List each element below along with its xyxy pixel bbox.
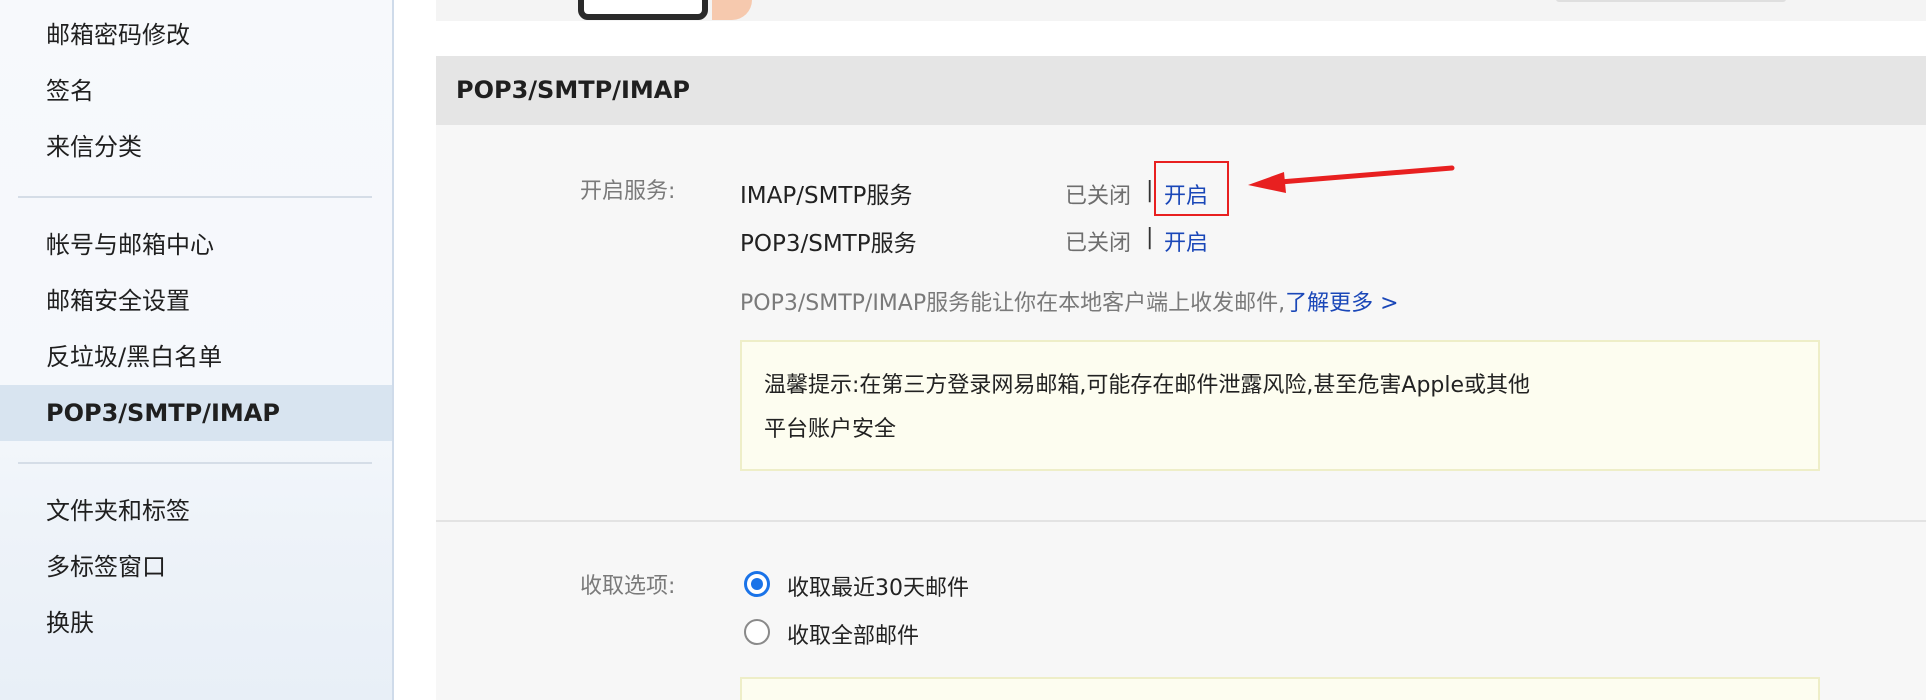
notice-line-1: 温馨提示:在第三方登录网易邮箱,可能存在邮件泄露风险,甚至危害Apple或其他 [764, 373, 1531, 398]
person-illustration [712, 0, 752, 20]
imap-status: 已关闭 [1065, 184, 1132, 209]
learn-more-link[interactable]: 了解更多 > [1285, 291, 1398, 316]
pop3-service-name: POP3/SMTP服务 [740, 231, 917, 257]
sidebar-item-label: 邮箱密码修改 [46, 21, 190, 49]
fetch-notice-cropped [740, 677, 1820, 700]
sidebar-item-signature[interactable]: 签名 [0, 63, 392, 119]
sidebar-item-mail-filter[interactable]: 来信分类 [0, 119, 392, 175]
sidebar-item-folders-labels[interactable]: 文件夹和标签 [0, 483, 392, 539]
sidebar-item-label: POP3/SMTP/IMAP [46, 399, 280, 427]
phone-illustration [578, 0, 708, 20]
fetch-recent-radio[interactable] [744, 571, 770, 597]
sidebar-item-multi-tab[interactable]: 多标签窗口 [0, 539, 392, 595]
sidebar-item-label: 换肤 [46, 609, 94, 637]
settings-sidebar: 邮箱密码修改 签名 来信分类 帐号与邮箱中心 邮箱安全设置 反垃圾/黑白名单 P… [0, 0, 394, 700]
sidebar-item-label: 来信分类 [46, 133, 142, 161]
fetch-recent-label[interactable]: 收取最近30天邮件 [787, 570, 969, 602]
sidebar-item-skin[interactable]: 换肤 [0, 595, 392, 651]
highlight-box [1154, 161, 1229, 216]
security-notice: 温馨提示:在第三方登录网易邮箱,可能存在邮件泄露风险,甚至危害Apple或其他 … [740, 340, 1820, 471]
sidebar-item-label: 反垃圾/黑白名单 [46, 343, 223, 371]
fetch-options-label: 收取选项: [580, 574, 676, 599]
sidebar-item-account-center[interactable]: 帐号与邮箱中心 [0, 217, 392, 273]
sidebar-item-antispam[interactable]: 反垃圾/黑白名单 [0, 329, 392, 385]
service-description: POP3/SMTP/IMAP服务能让你在本地客户端上收发邮件,了解更多 > [740, 285, 1399, 317]
description-text: POP3/SMTP/IMAP服务能让你在本地客户端上收发邮件, [740, 291, 1286, 316]
sidebar-divider [18, 196, 372, 198]
sidebar-item-password-change[interactable]: 邮箱密码修改 [0, 7, 392, 63]
annotation-arrow-icon [1248, 165, 1455, 193]
fetch-all-radio[interactable] [744, 619, 770, 645]
pop3-enable-link[interactable]: 开启 [1164, 225, 1208, 257]
sidebar-item-label: 多标签窗口 [46, 553, 166, 581]
sidebar-divider [18, 462, 372, 464]
section-title: POP3/SMTP/IMAP [436, 56, 1926, 125]
imap-service-name: IMAP/SMTP服务 [740, 183, 913, 209]
settings-page: 邮箱密码修改 签名 来信分类 帐号与邮箱中心 邮箱安全设置 反垃圾/黑白名单 P… [0, 0, 1926, 700]
pop3-separator: | [1146, 225, 1154, 250]
sidebar-item-pop3-smtp-imap[interactable]: POP3/SMTP/IMAP [0, 385, 392, 441]
sidebar-item-label: 文件夹和标签 [46, 497, 190, 525]
fetch-all-label[interactable]: 收取全部邮件 [787, 618, 919, 650]
pop3-status: 已关闭 [1065, 231, 1132, 256]
sidebar-item-label: 帐号与邮箱中心 [46, 231, 214, 259]
services-label: 开启服务: [580, 179, 676, 204]
banner-text-cropped [1556, 0, 1786, 2]
section-divider [436, 520, 1926, 522]
sidebar-item-label: 邮箱安全设置 [46, 287, 190, 315]
imap-separator: | [1146, 178, 1154, 203]
notice-line-2: 平台账户安全 [764, 417, 897, 442]
sidebar-item-label: 签名 [46, 77, 94, 105]
sidebar-item-security[interactable]: 邮箱安全设置 [0, 273, 392, 329]
top-banner [436, 0, 1926, 21]
